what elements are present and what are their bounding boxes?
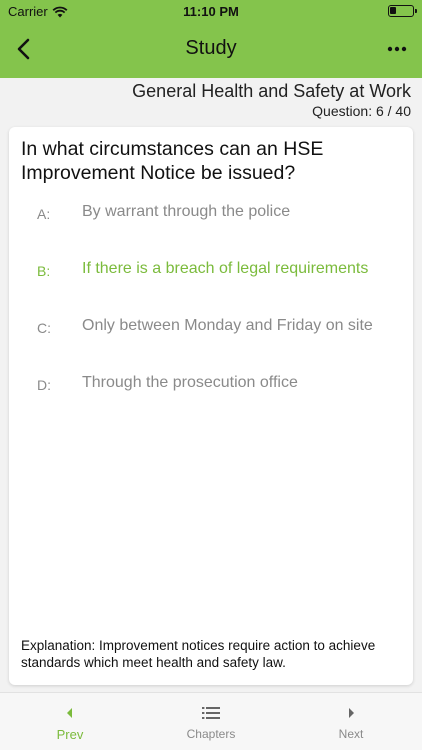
answer-option-c[interactable]: C: Only between Monday and Friday on sit…: [9, 313, 413, 343]
tab-prev[interactable]: Prev: [0, 693, 140, 750]
caret-right-icon: [349, 708, 354, 718]
status-bar: Carrier 11:10 PM: [0, 0, 422, 22]
tab-label: Next: [338, 727, 364, 741]
answer-option-b[interactable]: B: If there is a breach of legal require…: [9, 256, 413, 286]
question-header: General Health and Safety at Work Questi…: [132, 80, 411, 120]
answer-option-a[interactable]: A: By warrant through the police: [9, 199, 413, 229]
status-time: 11:10 PM: [183, 4, 239, 19]
explanation-text: Explanation: Improvement notices require…: [21, 638, 376, 670]
answer-text: Only between Monday and Friday on site: [82, 317, 373, 334]
answer-option-d[interactable]: D: Through the prosecution office: [9, 370, 413, 400]
caret-left-icon: [67, 708, 72, 718]
battery-level: [390, 7, 396, 14]
page-title: Study: [185, 37, 237, 59]
tab-next[interactable]: Next: [281, 693, 421, 750]
answer-letter: A:: [37, 206, 51, 222]
tab-chapters[interactable]: Chapters: [141, 693, 281, 750]
list-icon: [202, 707, 220, 719]
question-counter: Question: 6 / 40: [312, 103, 411, 119]
question-text: In what circumstances can an HSE Improve…: [21, 138, 324, 184]
answer-letter: C:: [37, 320, 51, 336]
answer-text: If there is a breach of legal requiremen…: [82, 260, 369, 277]
ellipsis-icon: [387, 46, 407, 52]
question-card: In what circumstances can an HSE Improve…: [9, 127, 413, 685]
tab-bar: Prev Chapters Next: [0, 692, 422, 750]
tab-label: Prev: [56, 727, 84, 742]
answer-letter: B:: [37, 263, 51, 279]
answer-text: Through the prosecution office: [82, 374, 298, 391]
tab-label: Chapters: [186, 727, 236, 741]
answer-letter: D:: [37, 377, 51, 393]
nav-bar: Study: [0, 22, 422, 78]
answer-text: By warrant through the police: [82, 203, 291, 220]
battery-icon: [388, 5, 417, 17]
chapter-title: General Health and Safety at Work: [132, 81, 411, 101]
more-button[interactable]: [384, 36, 410, 62]
